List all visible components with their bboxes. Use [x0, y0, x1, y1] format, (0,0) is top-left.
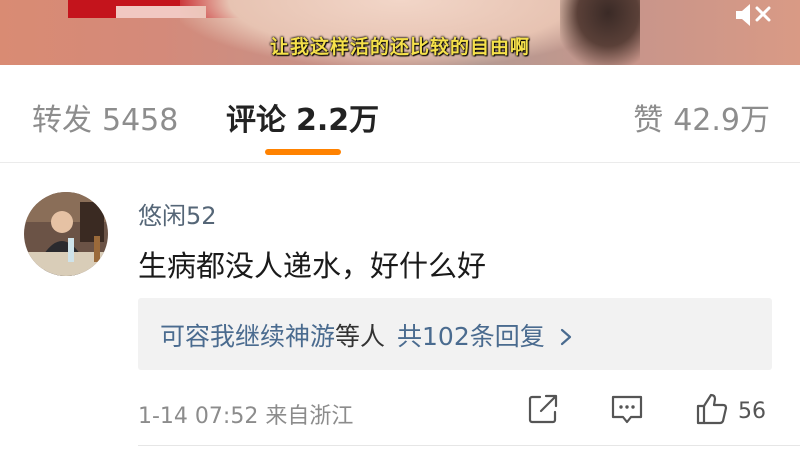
video-player-strip[interactable]: 让我这样活的还比较的自由啊	[0, 0, 800, 65]
comment-username[interactable]: 悠闲52	[138, 196, 217, 231]
tab-repost[interactable]: 转发 5458	[32, 95, 178, 139]
tab-likes-count: 42.9万	[673, 103, 770, 138]
tabs-divider	[0, 162, 800, 163]
comment-timestamp: 1-14 07:52	[138, 404, 259, 429]
like-button[interactable]: 56	[694, 393, 766, 429]
share-icon	[526, 392, 560, 430]
chevron-right-icon	[559, 324, 573, 353]
tab-repost-count: 5458	[102, 103, 179, 138]
thumbs-up-icon	[694, 391, 730, 431]
active-tab-indicator	[265, 149, 341, 155]
like-count: 56	[738, 398, 766, 424]
reply-username[interactable]: 可容我继续神游	[160, 322, 335, 351]
comment-location: 来自浙江	[265, 404, 354, 429]
comment-icon	[609, 392, 645, 430]
comment-tabs: 转发 5458 评论 2.2万 赞 42.9万	[0, 65, 800, 162]
comment-button[interactable]	[609, 393, 645, 429]
tab-likes-label: 赞	[633, 103, 664, 138]
comment-divider	[138, 445, 800, 446]
comment-meta: 1-14 07:52 来自浙江	[138, 398, 353, 430]
tab-comments-count: 2.2万	[296, 103, 380, 138]
reply-total[interactable]: 共102条回复	[397, 322, 545, 351]
reply-text: 等人	[335, 322, 386, 351]
share-button[interactable]	[526, 393, 560, 429]
avatar[interactable]	[24, 192, 108, 276]
speaker-muted-icon[interactable]	[732, 2, 776, 28]
replies-preview[interactable]: 可容我继续神游等人 共102条回复	[138, 298, 772, 370]
video-subtitle: 让我这样活的还比较的自由啊	[269, 36, 530, 58]
comment-text: 生病都没人递水，好什么好	[138, 249, 487, 283]
tab-repost-label: 转发	[32, 103, 92, 138]
tab-likes[interactable]: 赞 42.9万	[633, 95, 770, 139]
tab-comments[interactable]: 评论 2.2万	[226, 95, 379, 139]
tab-comments-label: 评论	[226, 103, 286, 138]
